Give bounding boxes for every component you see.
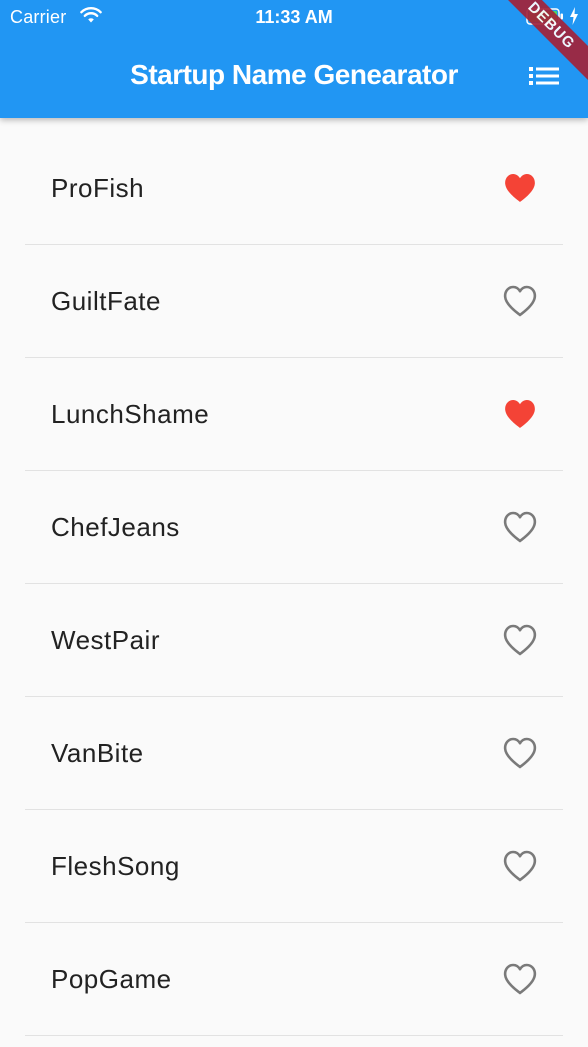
charging-bolt-icon <box>570 7 578 25</box>
suggestion-name: ChefJeans <box>51 512 180 542</box>
favorite-filled-icon[interactable] <box>503 398 537 430</box>
suggestion-row[interactable]: ChefJeans <box>25 471 563 584</box>
suggestion-row[interactable]: GuiltFate <box>25 245 563 358</box>
suggestion-name: LunchShame <box>51 399 210 429</box>
app-bar: Carrier 11:33 AM Startup Name Genearator <box>0 0 588 118</box>
suggestion-row[interactable]: LunchShame <box>25 358 563 471</box>
suggestion-row[interactable]: VanBite <box>25 697 563 810</box>
favorite-border-icon[interactable] <box>503 850 537 882</box>
favorite-border-icon[interactable] <box>503 737 537 769</box>
favorite-border-icon[interactable] <box>503 511 537 543</box>
status-bar: Carrier 11:33 AM <box>0 0 588 36</box>
suggestion-row[interactable]: FleshSong <box>25 810 563 923</box>
favorite-border-icon[interactable] <box>503 285 537 317</box>
saved-list-button[interactable] <box>522 60 566 92</box>
suggestion-list: ProFish GuiltFate LunchShame ChefJeans WestP… <box>0 132 588 1036</box>
favorite-border-icon[interactable] <box>503 624 537 656</box>
app-title: Startup Name Genearator <box>130 59 458 90</box>
favorite-border-icon[interactable] <box>503 963 537 995</box>
suggestion-name: ProFish <box>51 173 145 203</box>
suggestion-name: WestPair <box>51 625 160 655</box>
suggestion-name: VanBite <box>51 738 144 768</box>
clock-time: 11:33 AM <box>255 7 333 27</box>
suggestion-row[interactable]: ProFish <box>25 132 563 245</box>
list-icon <box>529 67 559 85</box>
suggestion-name: FleshSong <box>51 851 180 881</box>
suggestion-row[interactable]: PopGame <box>25 923 563 1036</box>
suggestion-name: GuiltFate <box>51 286 161 316</box>
favorite-filled-icon[interactable] <box>503 172 537 204</box>
app-screen: Carrier 11:33 AM Startup Name Genearator <box>0 0 588 1047</box>
suggestion-name: PopGame <box>51 964 172 994</box>
suggestion-row[interactable]: WestPair <box>25 584 563 697</box>
